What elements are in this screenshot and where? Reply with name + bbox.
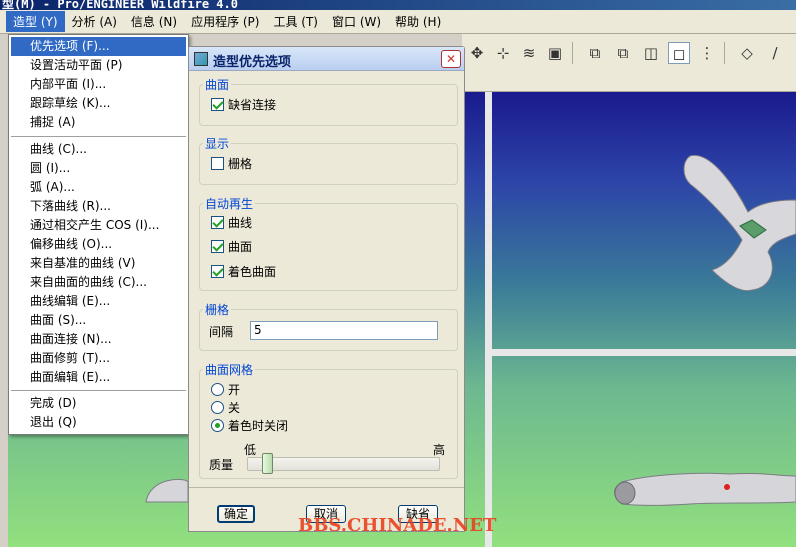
- menu-item-curve-from-datum[interactable]: 来自基准的曲线 (V): [11, 254, 186, 273]
- box-view-icon[interactable]: ⧉: [584, 42, 606, 64]
- mesh-off-label: 关: [228, 400, 241, 415]
- lower-pipe-shape: [614, 472, 796, 506]
- close-icon[interactable]: ✕: [441, 50, 461, 68]
- curve-tool-icon[interactable]: ∕: [764, 42, 786, 64]
- quality-slider-thumb[interactable]: [261, 453, 273, 474]
- menu-item-done[interactable]: 完成 (D): [11, 394, 186, 413]
- dialog-footer-divider: [189, 487, 464, 488]
- dialog-titlebar[interactable]: 造型优先选项 ✕: [189, 47, 464, 71]
- menu-item-surface-connect[interactable]: 曲面连接 (N)...: [11, 330, 186, 349]
- menu-item-drop-curve[interactable]: 下落曲线 (R)...: [11, 197, 186, 216]
- menu-item-cos-intersect[interactable]: 通过相交产生 COS (I)...: [11, 216, 186, 235]
- menu-item-curve[interactable]: 曲线 (C)...: [11, 140, 186, 159]
- quality-label: 质量: [209, 458, 234, 472]
- grid-label: 栅格: [228, 156, 253, 171]
- menu-window[interactable]: 窗口 (W): [325, 11, 388, 32]
- regen-curve-row[interactable]: 曲线: [211, 214, 252, 230]
- mesh-off-shaded-row[interactable]: 着色时关闭: [211, 417, 288, 433]
- menu-tools[interactable]: 工具 (T): [266, 11, 325, 32]
- group-grid-title: 栅格: [203, 301, 232, 318]
- point-marker: [724, 484, 730, 490]
- menu-item-curve-from-surface[interactable]: 来自曲面的曲线 (C)...: [11, 273, 186, 292]
- menu-style[interactable]: 造型 (Y): [6, 11, 65, 32]
- group-surface-mesh-title: 曲面网格: [203, 361, 256, 378]
- menu-item-preferences[interactable]: 优先选项 (F)...: [11, 37, 186, 56]
- datum-icon[interactable]: ⊹: [492, 42, 514, 64]
- regen-surface-checkbox[interactable]: [211, 239, 224, 253]
- regen-curve-checkbox[interactable]: [211, 215, 224, 229]
- menu-item-snap[interactable]: 捕捉 (A): [11, 113, 186, 132]
- menu-help[interactable]: 帮助 (H): [388, 11, 448, 32]
- regen-surface-label: 曲面: [228, 239, 253, 254]
- ok-button[interactable]: 确定: [217, 505, 255, 523]
- spacing-label: 间隔: [209, 325, 234, 339]
- style-menu-dropdown: 优先选项 (F)... 设置活动平面 (P) 内部平面 (I)... 跟踪草绘 …: [8, 34, 189, 435]
- mesh-on-label: 开: [228, 382, 241, 397]
- default-connect-checkbox[interactable]: [211, 97, 224, 111]
- menu-item-arc[interactable]: 弧 (A)...: [11, 178, 186, 197]
- group-display-title: 显示: [203, 135, 232, 152]
- box-view-4-icon[interactable]: ◻: [668, 42, 690, 64]
- quality-high-label: 高: [433, 443, 446, 457]
- menu-info[interactable]: 信息 (N): [124, 11, 184, 32]
- menu-applications[interactable]: 应用程序 (P): [184, 11, 266, 32]
- regen-surface-row[interactable]: 曲面: [211, 238, 252, 254]
- grid-row[interactable]: 栅格: [211, 155, 252, 171]
- toolbar-separator: [572, 42, 573, 64]
- menu-separator-2: [11, 390, 186, 391]
- quality-low-label: 低: [244, 443, 257, 457]
- mesh-off-row[interactable]: 关: [211, 399, 240, 415]
- dialog-title: 造型优先选项: [213, 55, 292, 70]
- menu-item-surface-edit[interactable]: 曲面编辑 (E)...: [11, 368, 186, 387]
- box-view-2-icon[interactable]: ⧉: [612, 42, 634, 64]
- dialog-app-icon: [194, 52, 208, 66]
- y-pipe-shape: [683, 155, 796, 292]
- style-preferences-dialog: 造型优先选项 ✕ 曲面 缺省连接 显示 栅格 自动再生 曲线 曲面 着色曲面 栅…: [188, 46, 465, 532]
- menu-item-set-active-plane[interactable]: 设置活动平面 (P): [11, 56, 186, 75]
- toolbar: ✥ ⊹ ≋ ▣ ⧉ ⧉ ◫ ◻ ⋮ ◇ ∕: [462, 34, 796, 92]
- left-panel: [0, 92, 8, 547]
- menu-analysis[interactable]: 分析 (A): [65, 11, 124, 32]
- default-connect-row[interactable]: 缺省连接: [211, 96, 276, 112]
- grid-checkbox[interactable]: [211, 156, 224, 170]
- move-icon[interactable]: ✥: [466, 42, 488, 64]
- pipe-end: [614, 481, 636, 505]
- regen-curve-label: 曲线: [228, 215, 253, 230]
- box-view-3-icon[interactable]: ◫: [640, 42, 662, 64]
- regen-shaded-checkbox[interactable]: [211, 264, 224, 278]
- style-icon[interactable]: ◇: [736, 42, 758, 64]
- mesh-off-shaded-label: 着色时关闭: [228, 418, 289, 433]
- menu-item-offset-curve[interactable]: 偏移曲线 (O)...: [11, 235, 186, 254]
- menu-item-quit[interactable]: 退出 (Q): [11, 413, 186, 432]
- regen-shaded-row[interactable]: 着色曲面: [211, 263, 276, 279]
- save-view-icon[interactable]: ▣: [544, 42, 566, 64]
- menu-item-internal-plane[interactable]: 内部平面 (I)...: [11, 75, 186, 94]
- tree-icon[interactable]: ⋮: [696, 42, 718, 64]
- menu-separator: [11, 136, 186, 137]
- group-auto-regen-title: 自动再生: [203, 195, 256, 212]
- window-title: 型(M) - Pro/ENGINEER Wildfire 4.0: [2, 0, 238, 10]
- spacing-input[interactable]: 5: [250, 321, 438, 340]
- toolbar-separator-2: [724, 42, 725, 64]
- window-titlebar: 型(M) - Pro/ENGINEER Wildfire 4.0: [0, 0, 796, 10]
- menu-item-circle[interactable]: 圆 (I)...: [11, 159, 186, 178]
- menu-item-surface-trim[interactable]: 曲面修剪 (T)...: [11, 349, 186, 368]
- menu-item-trace-sketch[interactable]: 跟踪草绘 (K)...: [11, 94, 186, 113]
- menu-item-curve-edit[interactable]: 曲线编辑 (E)...: [11, 292, 186, 311]
- default-connect-label: 缺省连接: [228, 97, 277, 112]
- regen-shaded-label: 着色曲面: [228, 264, 277, 279]
- mesh-on-row[interactable]: 开: [211, 381, 240, 397]
- left-pipe-shape: [145, 478, 189, 503]
- menubar: 造型 (Y) 分析 (A) 信息 (N) 应用程序 (P) 工具 (T) 窗口 …: [0, 10, 796, 34]
- mesh-off-radio[interactable]: [211, 400, 224, 414]
- menu-item-surface[interactable]: 曲面 (S)...: [11, 311, 186, 330]
- mesh-off-shaded-radio[interactable]: [211, 418, 224, 432]
- watermark: BBS.CHINADE.NET: [298, 515, 497, 536]
- layers-icon[interactable]: ≋: [518, 42, 540, 64]
- mesh-on-radio[interactable]: [211, 382, 224, 396]
- quality-slider-track[interactable]: [247, 457, 440, 471]
- group-surface-title: 曲面: [203, 76, 232, 93]
